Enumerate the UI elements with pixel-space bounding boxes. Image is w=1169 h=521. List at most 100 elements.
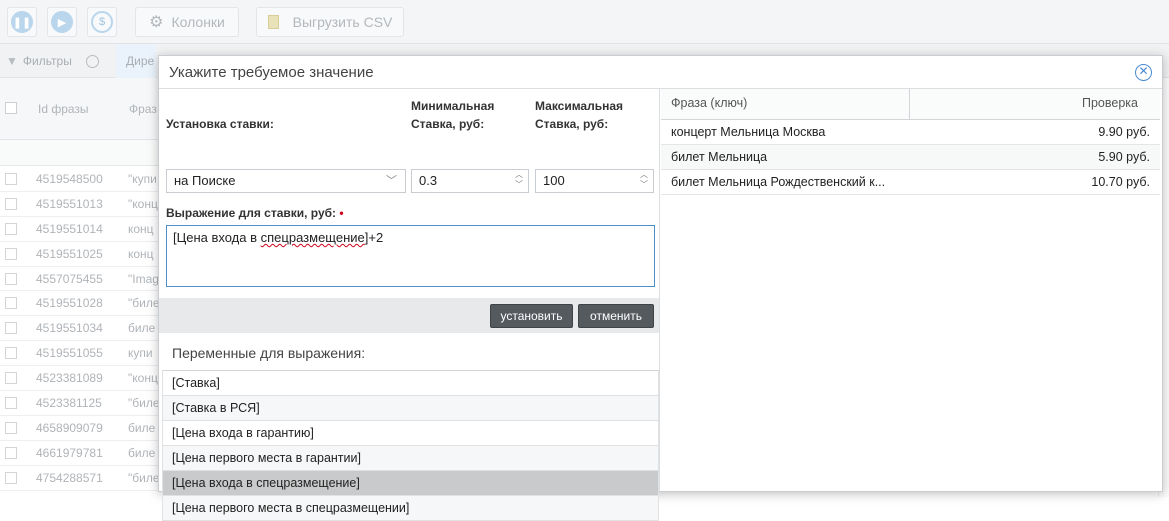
preview-row[interactable]: билет Мельница Рождественский к... 10.70 … bbox=[661, 170, 1160, 195]
table-row[interactable]: 4519551055 купи bbox=[0, 341, 160, 367]
max-bid-input[interactable]: 100 ︿ ﹀ bbox=[535, 169, 654, 193]
preview-panel: Фраза (ключ) Проверка концерт Мельница М… bbox=[661, 89, 1162, 491]
max-bid-spinner-icon[interactable]: ︿ ﹀ bbox=[640, 170, 648, 190]
row-id: 4519551055 bbox=[36, 346, 103, 361]
table-row[interactable]: 4519551014 конц bbox=[0, 217, 160, 242]
row-checkbox[interactable] bbox=[5, 172, 17, 185]
variable-item[interactable]: [Цена входа в гарантию] bbox=[162, 421, 659, 446]
col-header-phrase[interactable]: Фраз bbox=[129, 102, 157, 116]
variable-item[interactable]: [Цена первого места в гарантии] bbox=[162, 446, 659, 471]
set-button[interactable]: установить bbox=[490, 304, 573, 328]
row-phrase: биле bbox=[128, 420, 156, 435]
preview-value: 5.90 руб. bbox=[1098, 150, 1150, 164]
preview-phrase: билет Мельница bbox=[671, 150, 768, 164]
expression-textarea[interactable]: [Цена входа в спецразмещение]+2 bbox=[166, 225, 655, 287]
table-row[interactable]: 4519551028 "биле bbox=[0, 291, 160, 317]
row-phrase: конц bbox=[128, 221, 154, 236]
bid-setting-label: Установка ставки: bbox=[166, 117, 274, 131]
row-checkbox[interactable] bbox=[5, 272, 17, 285]
row-checkbox[interactable] bbox=[5, 222, 17, 235]
min-bid-label-line1: Минимальная bbox=[411, 99, 495, 113]
table-row[interactable]: 4519551025 конц bbox=[0, 242, 160, 267]
select-all-checkbox[interactable] bbox=[5, 102, 17, 114]
expression-text-suffix: ]+2 bbox=[364, 230, 384, 245]
row-checkbox[interactable] bbox=[5, 446, 17, 459]
row-phrase: конц bbox=[128, 246, 154, 261]
table-row[interactable]: 4523381089 "конц bbox=[0, 366, 160, 392]
table-row[interactable]: 4523381125 "биле bbox=[0, 391, 160, 416]
min-bid-spinner-icon[interactable]: ︿ ﹀ bbox=[515, 170, 523, 190]
row-id: 4519551013 bbox=[36, 196, 103, 211]
col-header-check[interactable]: Проверка bbox=[1082, 96, 1138, 110]
close-icon[interactable]: ✕ bbox=[1135, 64, 1152, 81]
table-row[interactable]: 4754288571 "биле bbox=[0, 466, 160, 491]
expression-label-text: Выражение для ставки, руб: bbox=[166, 206, 337, 220]
preview-row[interactable]: концерт Мельница Москва 9.90 руб. bbox=[661, 120, 1160, 145]
direct-tab-label: Дире bbox=[126, 54, 155, 68]
table-row[interactable]: 4519551013 "конц bbox=[0, 192, 160, 217]
row-id: 4523381125 bbox=[36, 395, 102, 410]
preview-phrase: билет Мельница Рождественский к... bbox=[671, 175, 886, 189]
filters-tab[interactable]: ▼ Фильтры bbox=[6, 44, 72, 78]
row-id: 4519551028 bbox=[36, 296, 103, 311]
row-checkbox[interactable] bbox=[5, 347, 17, 360]
variable-item[interactable]: [Ставка] bbox=[162, 371, 659, 396]
row-phrase: "биле bbox=[128, 296, 158, 311]
row-checkbox[interactable] bbox=[5, 297, 17, 310]
variable-item[interactable]: [Ставка в РСЯ] bbox=[162, 396, 659, 421]
table-row[interactable]: 4557075455 "Imag bbox=[0, 267, 160, 292]
row-checkbox[interactable] bbox=[5, 247, 17, 260]
gear-icon: ⚙ bbox=[149, 14, 164, 31]
required-marker: • bbox=[339, 206, 344, 220]
variable-item[interactable]: [Цена первого места в спецразмещении] bbox=[162, 496, 659, 521]
toolbar: ❚❚ ▶ $ ⚙ Колонки Выгрузить CSV bbox=[0, 0, 1169, 44]
pause-button[interactable]: ❚❚ bbox=[7, 7, 37, 37]
bid-setting-value: на Поиске bbox=[174, 173, 236, 188]
row-checkbox[interactable] bbox=[5, 471, 17, 484]
variable-item[interactable]: [Цена входа в спецразмещение] bbox=[162, 471, 659, 496]
table-row[interactable]: 4661979781 биле bbox=[0, 441, 160, 466]
table-row[interactable]: 4658909079 биле bbox=[0, 416, 160, 441]
col-header-id[interactable]: Id фразы bbox=[38, 102, 89, 116]
row-checkbox[interactable] bbox=[5, 421, 17, 434]
row-id: 4519551025 bbox=[36, 246, 103, 261]
row-checkbox[interactable] bbox=[5, 197, 17, 210]
funnel-icon: ▼ bbox=[6, 54, 18, 68]
bid-setting-select[interactable]: на Поиске ﹀ bbox=[166, 169, 406, 193]
max-bid-label-line1: Максимальная bbox=[535, 99, 624, 113]
row-id: 4557075455 bbox=[36, 271, 103, 286]
row-id: 4519551014 bbox=[36, 221, 103, 236]
cancel-button[interactable]: отменить bbox=[578, 304, 654, 328]
preview-value: 10.70 руб. bbox=[1091, 175, 1150, 189]
bid-dialog: Укажите требуемое значение ✕ Установка с… bbox=[158, 55, 1163, 521]
table-row[interactable]: 4519548500 "купи bbox=[0, 167, 160, 192]
export-csv-label: Выгрузить CSV bbox=[292, 14, 393, 30]
column-divider[interactable] bbox=[909, 89, 910, 120]
variables-list: [Ставка] [Ставка в РСЯ] [Цена входа в гара… bbox=[162, 370, 659, 521]
grid-rows: 4519548500 "купи 4519551013 "конц 4519551014… bbox=[0, 167, 160, 491]
row-id: 4523381089 bbox=[36, 371, 103, 386]
max-bid-label-line2: Ставка, руб: bbox=[535, 117, 609, 131]
expression-text-prefix: [Цена входа в bbox=[173, 230, 261, 245]
row-phrase: "Imag bbox=[128, 271, 158, 286]
dialog-header: Укажите требуемое значение ✕ bbox=[159, 56, 1162, 89]
row-checkbox[interactable] bbox=[5, 396, 17, 409]
row-checkbox[interactable] bbox=[5, 322, 17, 335]
export-csv-button[interactable]: Выгрузить CSV bbox=[256, 7, 404, 37]
bid-button[interactable]: $ bbox=[87, 7, 117, 37]
col-header-phrase-key[interactable]: Фраза (ключ) bbox=[671, 96, 747, 110]
expression-text-misspelled: спецразмещение bbox=[260, 230, 365, 245]
min-bid-input[interactable]: 0.3 ︿ ﹀ bbox=[411, 169, 529, 193]
filter-add-icon[interactable] bbox=[86, 44, 99, 78]
direct-tab[interactable]: Дире bbox=[116, 44, 156, 78]
play-button[interactable]: ▶ bbox=[47, 7, 77, 37]
preview-row[interactable]: билет Мельница 5.90 руб. bbox=[661, 145, 1160, 170]
row-phrase: биле bbox=[128, 445, 156, 460]
row-phrase: купи bbox=[128, 346, 153, 361]
row-checkbox[interactable] bbox=[5, 372, 17, 385]
columns-button[interactable]: ⚙ Колонки bbox=[135, 7, 239, 37]
table-row[interactable]: 4519551034 биле bbox=[0, 316, 160, 342]
row-id: 4658909079 bbox=[36, 420, 103, 435]
row-id: 4519551034 bbox=[36, 321, 103, 336]
dialog-title: Укажите требуемое значение bbox=[169, 64, 374, 81]
